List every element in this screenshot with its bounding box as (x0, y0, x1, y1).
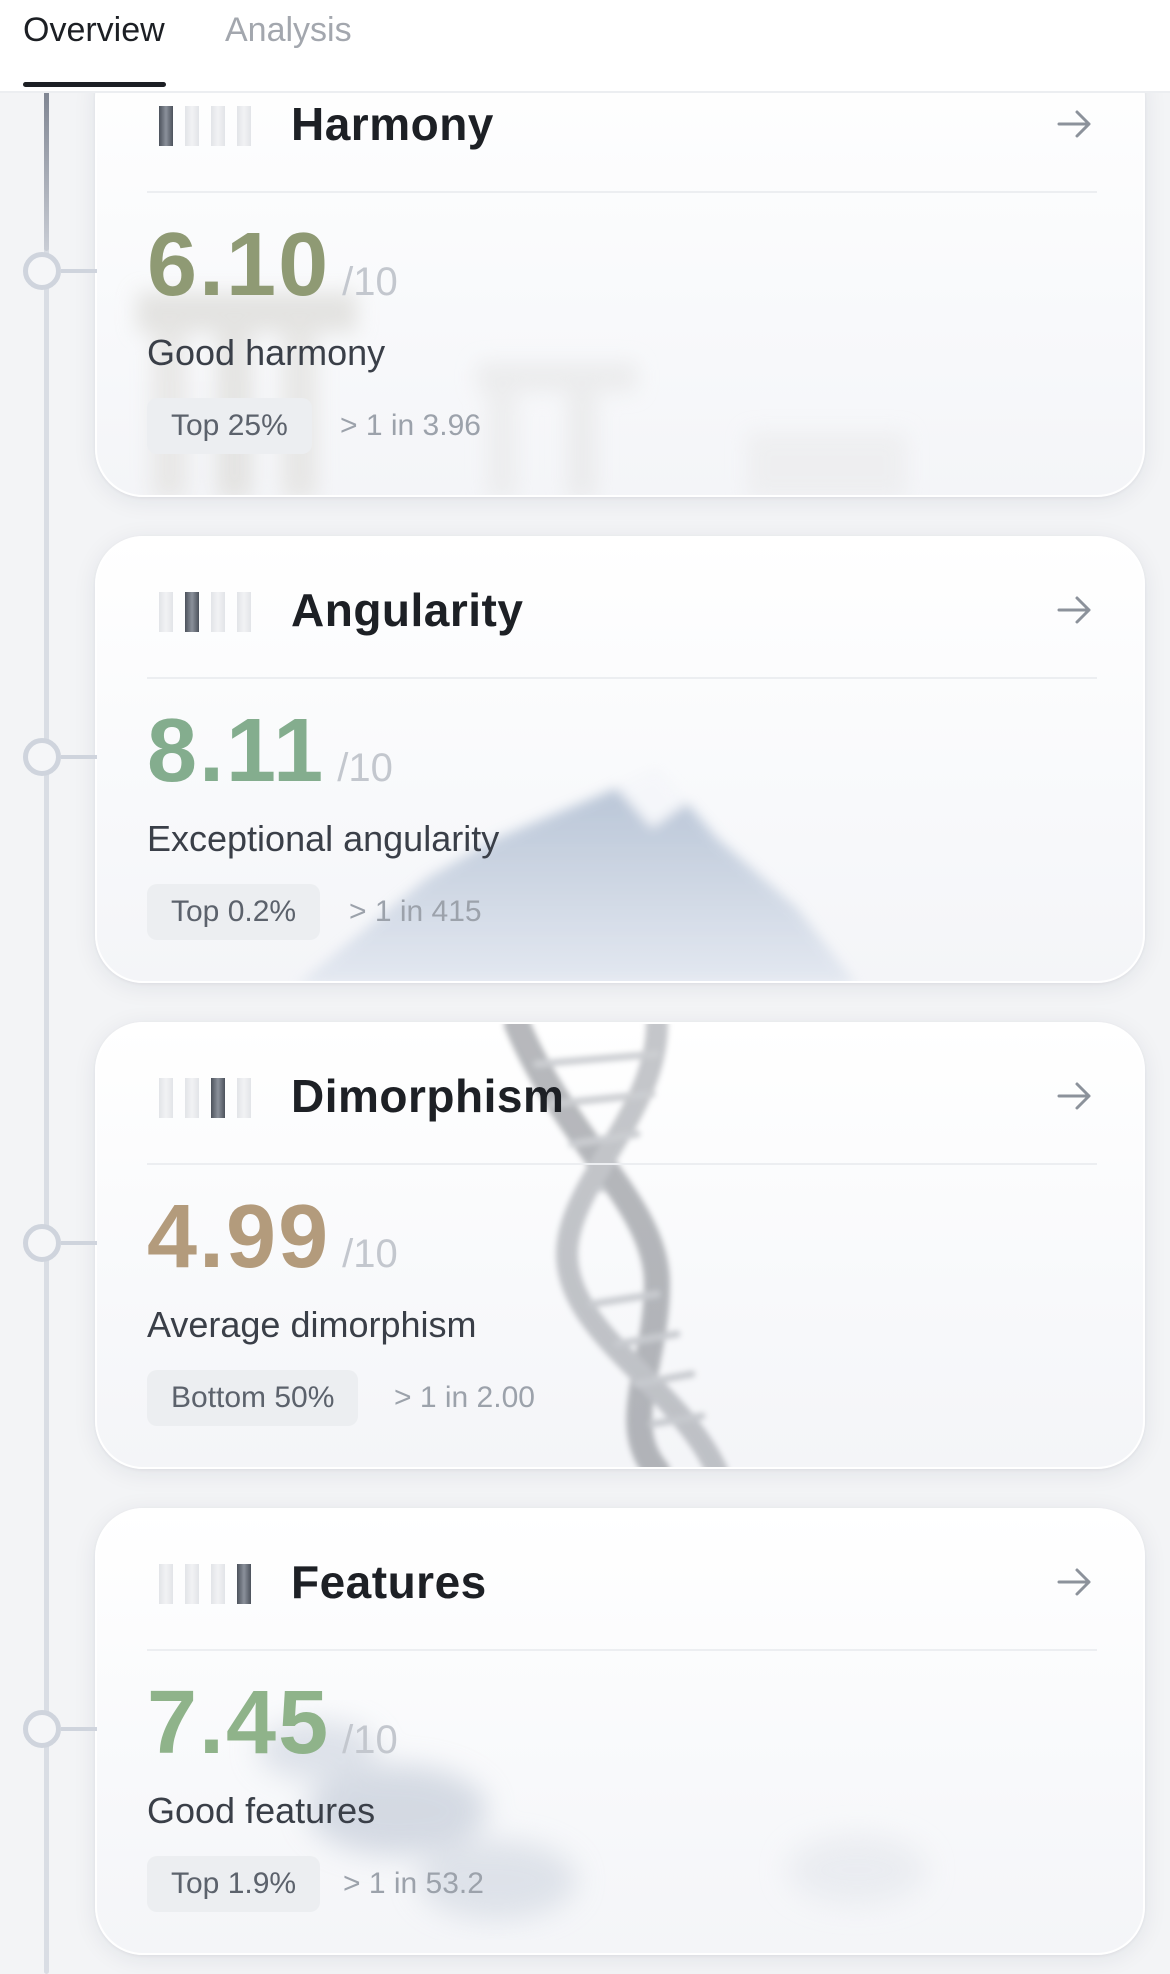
card-title: Features (291, 1556, 487, 1608)
timeline-connector (61, 1727, 97, 1731)
score-description: Good features (147, 1790, 376, 1831)
divider (147, 191, 1097, 193)
right-arrow-icon[interactable] (1055, 104, 1095, 144)
rarity-text: > 1 in 3.96 (340, 409, 481, 442)
angularity-card[interactable]: Angularity 8.11/10 Exceptional angularit… (95, 536, 1145, 983)
rarity-text: > 1 in 53.2 (343, 1867, 484, 1900)
tab-bar: Overview Analysis (0, 0, 1170, 93)
rarity-text: > 1 in 415 (349, 895, 482, 928)
score-description: Average dimorphism (147, 1304, 477, 1345)
level-indicator (159, 106, 251, 146)
percentile-badge: Top 1.9% (147, 1856, 321, 1912)
timeline-node-features (23, 1710, 61, 1748)
score-max: /10 (342, 1718, 398, 1762)
card-title: Dimorphism (291, 1070, 565, 1122)
percentile-badge: Top 25% (147, 398, 312, 454)
timeline-connector (61, 1241, 97, 1245)
divider (147, 1649, 1097, 1651)
features-card[interactable]: Features 7.45/10 Good features Top 1.9% … (95, 1508, 1145, 1955)
score-row: 4.99/10 (147, 1187, 398, 1287)
timeline-node-angularity (23, 738, 61, 776)
score-max: /10 (337, 746, 393, 790)
score-value: 4.99 (147, 1187, 331, 1287)
card-title: Harmony (291, 98, 494, 150)
percentile-badge: Top 0.2% (147, 884, 321, 940)
score-max: /10 (342, 1232, 398, 1276)
dimorphism-card[interactable]: Dimorphism 4.99/10 Average dimorphism Bo… (95, 1022, 1145, 1469)
score-row: 8.11/10 (147, 701, 393, 801)
rarity-text: > 1 in 2.00 (394, 1381, 535, 1414)
score-row: 6.10/10 (147, 215, 398, 315)
tab-analysis[interactable]: Analysis (225, 8, 352, 52)
level-indicator (159, 1078, 251, 1118)
right-arrow-icon[interactable] (1055, 1562, 1095, 1602)
timeline-line (44, 91, 49, 1974)
card-title: Angularity (291, 584, 524, 636)
score-description: Good harmony (147, 332, 386, 373)
level-indicator (159, 592, 251, 632)
timeline-connector (61, 755, 97, 759)
timeline-connector (61, 269, 97, 273)
level-indicator (159, 1564, 251, 1604)
score-row: 7.45/10 (147, 1673, 398, 1773)
active-tab-indicator (23, 82, 166, 87)
tab-overview[interactable]: Overview (23, 8, 165, 52)
percentile-badge: Bottom 50% (147, 1370, 359, 1426)
right-arrow-icon[interactable] (1055, 1076, 1095, 1116)
timeline-node-dimorphism (23, 1224, 61, 1262)
right-arrow-icon[interactable] (1055, 590, 1095, 630)
score-value: 6.10 (147, 215, 331, 315)
divider (147, 677, 1097, 679)
score-description: Exceptional angularity (147, 818, 500, 859)
score-value: 7.45 (147, 1673, 331, 1773)
score-value: 8.11 (147, 701, 326, 801)
timeline-progress (44, 91, 49, 251)
divider (147, 1163, 1097, 1165)
timeline-node-harmony (23, 252, 61, 290)
score-max: /10 (342, 260, 398, 304)
harmony-card[interactable]: Harmony 6.10/10 Good harmony Top 25% > 1… (95, 50, 1145, 497)
